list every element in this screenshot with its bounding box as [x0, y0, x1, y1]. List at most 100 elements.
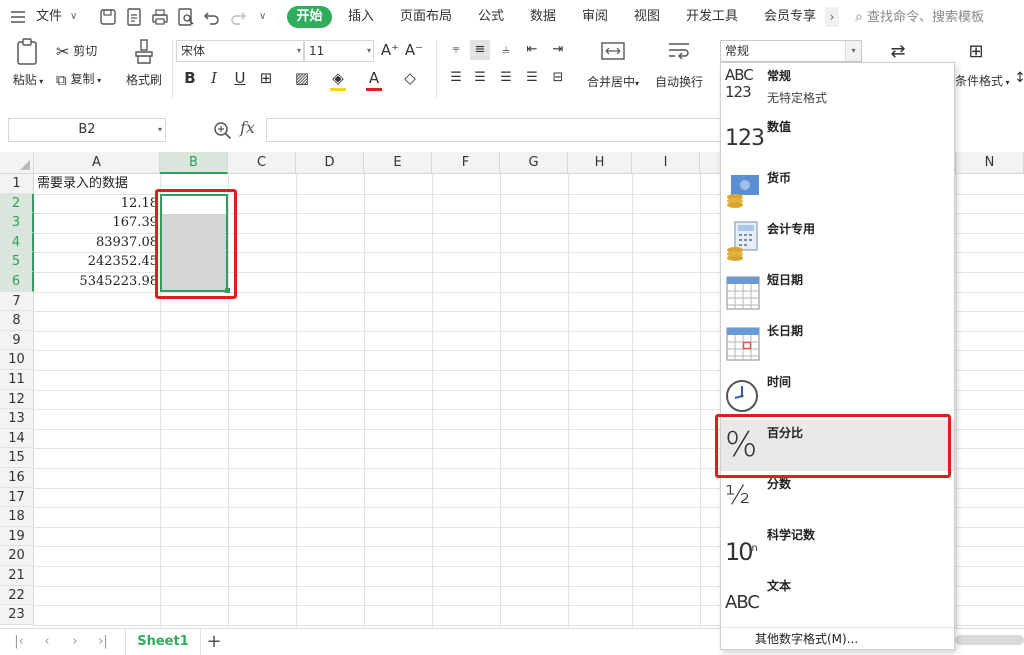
format-option-text[interactable]: ABC 文本 — [721, 573, 954, 624]
tab-start[interactable]: 开始 — [287, 6, 332, 28]
first-sheet-icon[interactable]: |‹ — [10, 633, 28, 651]
row-header[interactable]: 12 — [0, 389, 34, 410]
cell-a4[interactable]: 83937.08 — [34, 233, 160, 253]
tab-view[interactable]: 视图 — [634, 0, 660, 34]
italic-icon[interactable]: I — [204, 68, 224, 88]
column-header-b[interactable]: B — [160, 152, 228, 174]
print-icon[interactable] — [150, 7, 170, 27]
save-icon[interactable] — [98, 7, 118, 27]
paste-button[interactable]: 粘贴 ▾ — [10, 38, 46, 98]
decrease-font-icon[interactable]: A⁻ — [404, 40, 424, 60]
export-pdf-icon[interactable] — [124, 7, 144, 27]
horizontal-scrollbar[interactable] — [955, 635, 1024, 645]
column-header-c[interactable]: C — [228, 152, 296, 174]
indent-decrease-icon[interactable]: ⇤ — [522, 40, 542, 60]
tab-data[interactable]: 数据 — [530, 0, 556, 34]
more-number-formats[interactable]: 其他数字格式(M)... — [721, 627, 954, 649]
align-center-icon[interactable]: ☰ — [470, 68, 490, 88]
row-header[interactable]: 3 — [0, 213, 34, 233]
column-header-h[interactable]: H — [568, 152, 632, 174]
row-header[interactable]: 18 — [0, 507, 34, 527]
format-option-accounting[interactable]: 会计专用 — [721, 216, 954, 267]
cell-a3[interactable]: 167.39 — [34, 213, 160, 233]
cell-fill-pattern-icon[interactable]: ▨ — [292, 68, 312, 88]
justify-icon[interactable]: ☰ — [522, 68, 542, 88]
row-header[interactable]: 8 — [0, 311, 34, 331]
sheet-tab-sheet1[interactable]: Sheet1 — [125, 629, 201, 655]
select-all-corner[interactable] — [0, 152, 34, 174]
table-style-icon[interactable]: ⊞ — [966, 42, 986, 62]
name-box[interactable]: B2 ▾ — [8, 118, 166, 142]
increase-font-icon[interactable]: A⁺ — [380, 40, 400, 60]
prev-sheet-icon[interactable]: ‹ — [38, 633, 56, 651]
file-menu[interactable]: 文件 — [36, 0, 62, 34]
print-preview-icon[interactable] — [176, 7, 196, 27]
tab-review[interactable]: 审阅 — [582, 0, 608, 34]
row-header[interactable]: 11 — [0, 370, 34, 390]
column-header-f[interactable]: F — [432, 152, 500, 174]
tab-developer[interactable]: 开发工具 — [686, 0, 738, 34]
copy-button[interactable]: ⧉ 复制 ▾ — [56, 70, 101, 89]
cell-a6[interactable]: 5345223.98 — [34, 272, 160, 292]
row-header[interactable]: 1 — [0, 174, 34, 194]
align-bottom-icon[interactable]: ⫨ — [496, 40, 516, 60]
row-header[interactable]: 22 — [0, 585, 34, 606]
column-header-g[interactable]: G — [500, 152, 568, 174]
row-header[interactable]: 23 — [0, 605, 34, 625]
format-option-number[interactable]: 123 数值 — [721, 114, 954, 165]
underline-icon[interactable]: U — [230, 68, 250, 88]
cut-button[interactable]: ✂ 剪切 — [56, 42, 97, 61]
type-convert-icon[interactable]: ⇄ — [888, 42, 908, 62]
clear-format-icon[interactable]: ◇ — [400, 68, 420, 88]
column-header-a[interactable]: A — [34, 152, 160, 174]
indent-increase-icon[interactable]: ⇥ — [548, 40, 568, 60]
add-sheet-button[interactable]: + — [204, 632, 224, 652]
number-format-select[interactable]: 常规 ▾ — [720, 40, 862, 62]
fx-icon[interactable]: fx — [240, 118, 255, 137]
tab-page-layout[interactable]: 页面布局 — [400, 0, 452, 34]
row-header[interactable]: 4 — [0, 232, 34, 253]
font-name-select[interactable]: 宋体 ▾ — [176, 40, 304, 62]
last-sheet-icon[interactable]: ›| — [94, 633, 112, 651]
auto-wrap-button[interactable]: 自动换行 — [650, 40, 708, 98]
cell-a5[interactable]: 242352.45 — [34, 252, 160, 272]
border-icon[interactable]: ⊞ — [256, 68, 276, 88]
merge-center-button[interactable]: 合并居中▾ — [580, 40, 646, 98]
quick-access-dropdown-icon[interactable]: ∨ — [259, 0, 266, 34]
chevron-down-icon[interactable]: ▾ — [845, 41, 861, 61]
align-left-icon[interactable]: ☰ — [446, 68, 466, 88]
column-header-e[interactable]: E — [364, 152, 432, 174]
tab-formulas[interactable]: 公式 — [478, 0, 504, 34]
formula-input[interactable] — [266, 118, 724, 142]
format-painter-button[interactable]: 格式刷 — [122, 38, 166, 98]
command-search[interactable]: ⌕ 查找命令、搜索模板 — [855, 0, 984, 34]
row-header[interactable]: 19 — [0, 526, 34, 547]
format-option-fraction[interactable]: ½ 分数 — [721, 471, 954, 522]
row-header[interactable]: 14 — [0, 428, 34, 449]
more-tabs-button[interactable]: › — [825, 7, 839, 27]
distributed-align-icon[interactable]: ⊟ — [548, 68, 568, 88]
row-header[interactable]: 21 — [0, 566, 34, 586]
chevron-down-icon[interactable]: ∨ — [70, 0, 77, 34]
row-header[interactable]: 15 — [0, 448, 34, 468]
tab-member[interactable]: 会员专享 — [764, 0, 816, 34]
fill-color-icon[interactable]: ◈ — [328, 68, 348, 88]
tab-insert[interactable]: 插入 — [348, 0, 374, 34]
format-option-time[interactable]: 时间 — [721, 369, 954, 420]
row-header[interactable]: 5 — [0, 252, 34, 272]
row-header[interactable]: 16 — [0, 468, 34, 488]
align-top-icon[interactable]: ⫧ — [446, 40, 466, 60]
column-header-i[interactable]: I — [632, 152, 700, 174]
row-header[interactable]: 20 — [0, 546, 34, 566]
hamburger-menu-icon[interactable] — [8, 7, 28, 27]
bold-icon[interactable]: B — [180, 68, 200, 88]
format-option-currency[interactable]: 货币 — [721, 165, 954, 216]
font-color-icon[interactable]: A — [364, 68, 384, 88]
undo-icon[interactable] — [202, 7, 222, 27]
next-sheet-icon[interactable]: › — [66, 633, 84, 651]
format-option-scientific[interactable]: 10n 科学记数 — [721, 522, 954, 573]
column-header-n[interactable]: N — [956, 152, 1024, 174]
column-header-d[interactable]: D — [296, 152, 364, 174]
format-option-long-date[interactable]: 长日期 — [721, 318, 954, 369]
row-header[interactable]: 9 — [0, 330, 34, 351]
